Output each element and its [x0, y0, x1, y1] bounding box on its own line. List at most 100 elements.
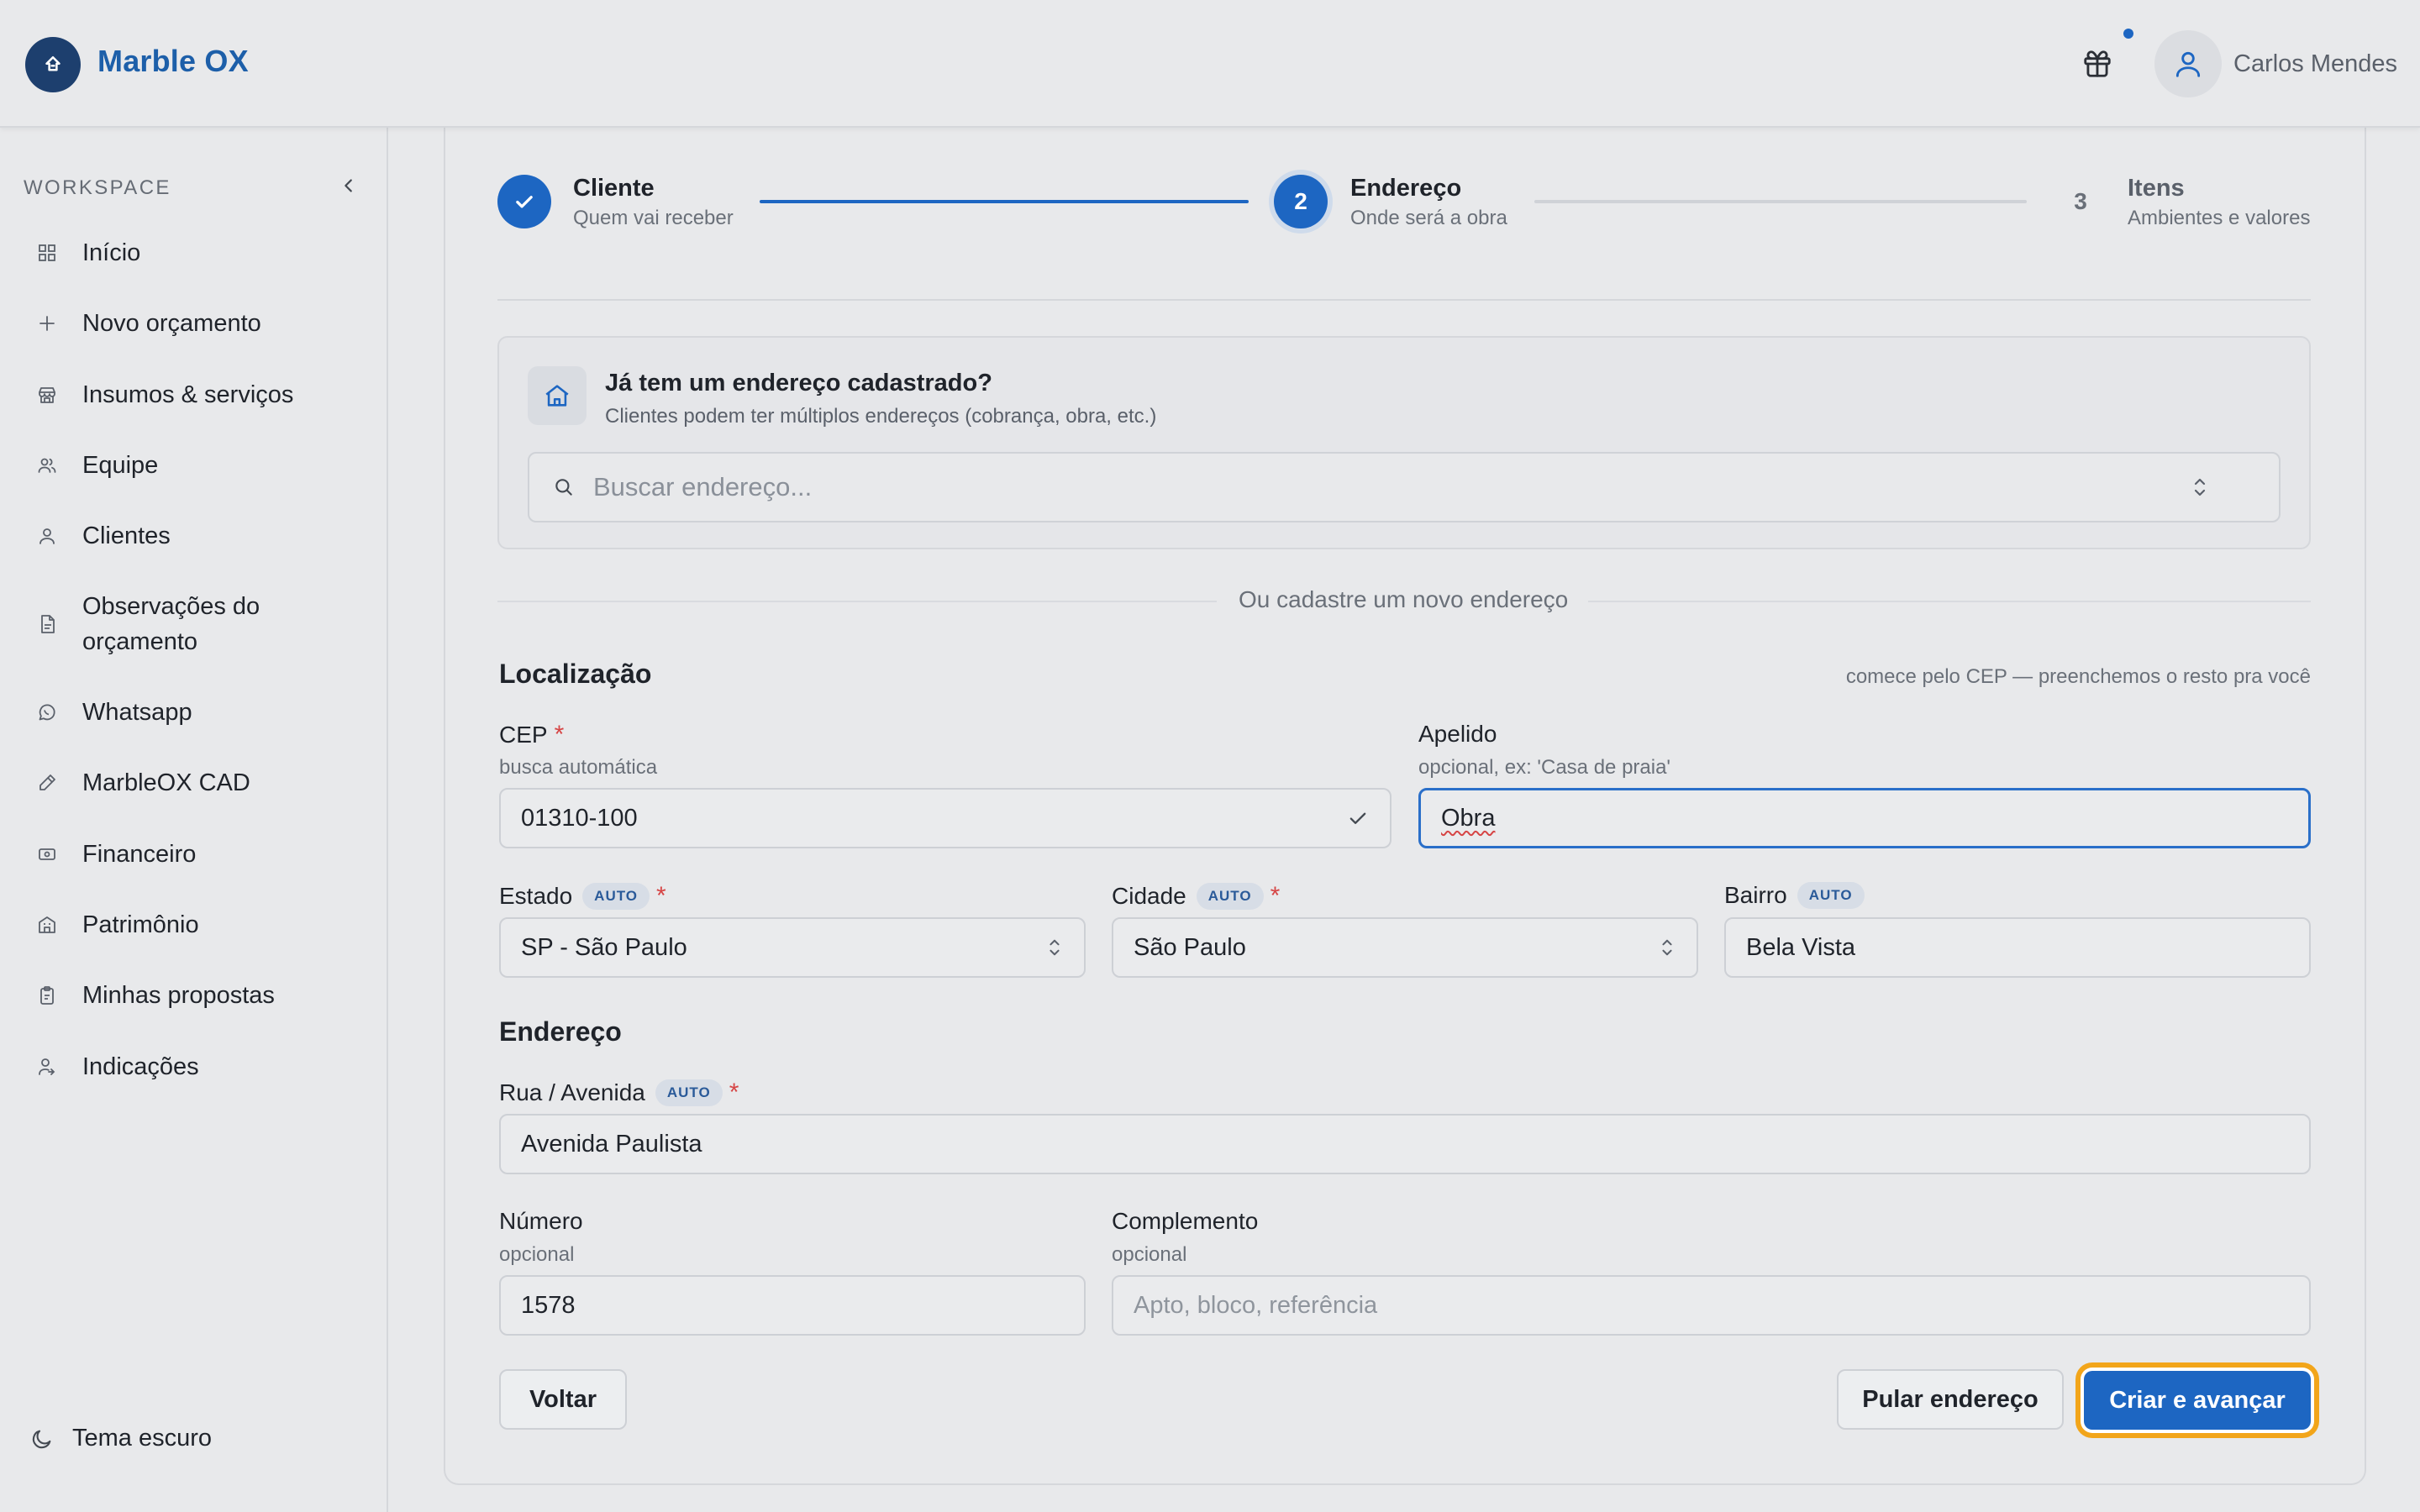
auto-badge: AUTO — [582, 883, 650, 910]
bairro-label-text: Bairro — [1724, 882, 1787, 908]
back-button[interactable]: Voltar — [499, 1369, 627, 1430]
create-and-continue-button[interactable]: Criar e avançar — [2084, 1371, 2311, 1430]
sidebar-item-cad[interactable]: MarbleOX CAD — [24, 765, 368, 801]
required-mark: * — [554, 721, 565, 748]
users-icon — [24, 448, 60, 483]
avatar[interactable] — [2154, 30, 2222, 97]
address-search-input[interactable] — [593, 472, 2190, 502]
bairro-field[interactable]: Bela Vista — [1724, 917, 2311, 978]
sidebar-item-observacoes[interactable]: Observações do orçamento — [24, 589, 326, 659]
step-connector-1 — [760, 200, 1249, 203]
estado-select[interactable]: SP - São Paulo — [499, 917, 1086, 978]
app-name: Marble OX — [97, 44, 249, 78]
cep-field[interactable]: 01310-100 — [499, 788, 1392, 848]
gift-icon — [2084, 50, 2111, 77]
bairro-label: Bairro AUTO — [1724, 882, 1865, 909]
sidebar-item-propostas[interactable]: Minhas propostas — [24, 978, 368, 1013]
sidebar-item-insumos[interactable]: Insumos & serviços — [24, 377, 368, 412]
sidebar-item-clientes[interactable]: Clientes — [24, 518, 368, 554]
sidebar-item-financeiro[interactable]: Financeiro — [24, 837, 368, 872]
chevron-up-down-icon[interactable] — [2190, 475, 2210, 500]
required-mark: * — [1270, 882, 1281, 910]
user-icon — [2175, 51, 2201, 77]
home-badge — [528, 366, 587, 425]
chevron-left-icon — [345, 179, 352, 192]
step-1-title: Cliente — [573, 175, 655, 202]
user-name[interactable]: Carlos Mendes — [2233, 50, 2397, 78]
logo[interactable] — [25, 37, 81, 92]
moon-icon — [32, 1430, 51, 1448]
gift-button[interactable] — [2072, 39, 2123, 89]
step-3-pending: 3 — [2074, 188, 2087, 214]
numero-sub: opcional — [499, 1243, 575, 1266]
complemento-label: Complemento — [1112, 1208, 1258, 1235]
home-icon — [545, 385, 569, 407]
search-icon — [555, 479, 572, 496]
complemento-field[interactable]: Apto, bloco, referência — [1112, 1275, 2311, 1336]
required-mark: * — [656, 882, 666, 910]
sidebar-item-label: MarbleOX CAD — [82, 769, 250, 796]
numero-label: Número — [499, 1208, 583, 1235]
chevron-up-down-icon — [1050, 939, 1060, 956]
building-icon — [24, 907, 60, 942]
step-3-title: Itens — [2128, 175, 2185, 202]
numero-field[interactable]: 1578 — [499, 1275, 1086, 1336]
sidebar-item-equipe[interactable]: Equipe — [24, 448, 368, 483]
auto-badge: AUTO — [1797, 882, 1865, 909]
apelido-label: Apelido — [1418, 721, 1497, 748]
cidade-label: Cidade AUTO * — [1112, 882, 1280, 911]
numero-label-text: Número — [499, 1208, 583, 1234]
notification-dot — [2123, 29, 2133, 39]
address-search-combobox[interactable] — [528, 452, 2281, 522]
existing-address-panel: Já tem um endereço cadastrado? Clientes … — [497, 336, 2311, 549]
cep-value: 01310-100 — [521, 804, 638, 832]
sidebar-item-label: Financeiro — [82, 841, 197, 868]
sidebar-item-label: Indicações — [82, 1053, 199, 1080]
theme-toggle[interactable]: Tema escuro — [30, 1425, 212, 1452]
sidebar-item-label: Insumos & serviços — [82, 381, 294, 408]
sidebar-item-whatsapp[interactable]: Whatsapp — [24, 695, 368, 730]
sidebar-item-label: Observações do orçamento — [82, 593, 260, 655]
cep-label-text: CEP — [499, 722, 548, 748]
sidebar-item-label: Patrimônio — [82, 911, 199, 938]
or-divider-right — [1588, 601, 2311, 602]
collapse-sidebar-button[interactable] — [334, 171, 363, 200]
existing-address-subtitle: Clientes podem ter múltiplos endereços (… — [605, 405, 1157, 428]
clipboard-icon — [24, 978, 60, 1013]
sidebar-item-label: Clientes — [82, 522, 171, 549]
grid-icon — [24, 235, 60, 270]
or-divider-text: Ou cadastre um novo endereço — [1239, 586, 1569, 612]
stepper-divider — [497, 299, 2311, 301]
sidebar-item-novo-orcamento[interactable]: Novo orçamento — [24, 306, 368, 341]
rua-field[interactable]: Avenida Paulista — [499, 1114, 2311, 1174]
estado-label: Estado AUTO * — [499, 882, 666, 911]
sidebar: WORKSPACE Início Novo orçamento Insumos … — [0, 128, 388, 1512]
cidade-select[interactable]: São Paulo — [1112, 917, 1698, 978]
step-3-subtitle: Ambientes e valores — [2128, 207, 2311, 229]
skip-address-button[interactable]: Pular endereço — [1837, 1369, 2064, 1430]
auto-badge: AUTO — [655, 1079, 723, 1106]
check-icon — [1349, 812, 1366, 824]
apelido-field[interactable]: Obra — [1418, 788, 2311, 848]
rua-value: Avenida Paulista — [521, 1130, 702, 1158]
chevron-up-down-icon — [1662, 939, 1672, 956]
numero-value: 1578 — [521, 1291, 576, 1319]
cidade-label-text: Cidade — [1112, 883, 1186, 909]
required-mark: * — [729, 1079, 739, 1106]
sidebar-item-label: Equipe — [82, 452, 159, 479]
or-divider-left — [497, 601, 1217, 602]
apelido-label-text: Apelido — [1418, 721, 1497, 747]
sidebar-item-inicio[interactable]: Início — [24, 235, 368, 270]
store-icon — [24, 377, 60, 412]
rua-label-text: Rua / Avenida — [499, 1079, 645, 1105]
sidebar-item-label: Início — [82, 239, 141, 266]
complemento-sub: opcional — [1112, 1243, 1187, 1266]
sidebar-item-label: Minhas propostas — [82, 982, 275, 1009]
check-icon — [516, 196, 533, 208]
cep-label: CEP * — [499, 721, 564, 749]
sidebar-item-patrimonio[interactable]: Patrimônio — [24, 907, 368, 942]
sidebar-item-indicacoes[interactable]: Indicações — [24, 1049, 368, 1084]
user-share-icon — [24, 1049, 60, 1084]
rua-label: Rua / Avenida AUTO * — [499, 1079, 739, 1107]
user-icon — [24, 518, 60, 554]
